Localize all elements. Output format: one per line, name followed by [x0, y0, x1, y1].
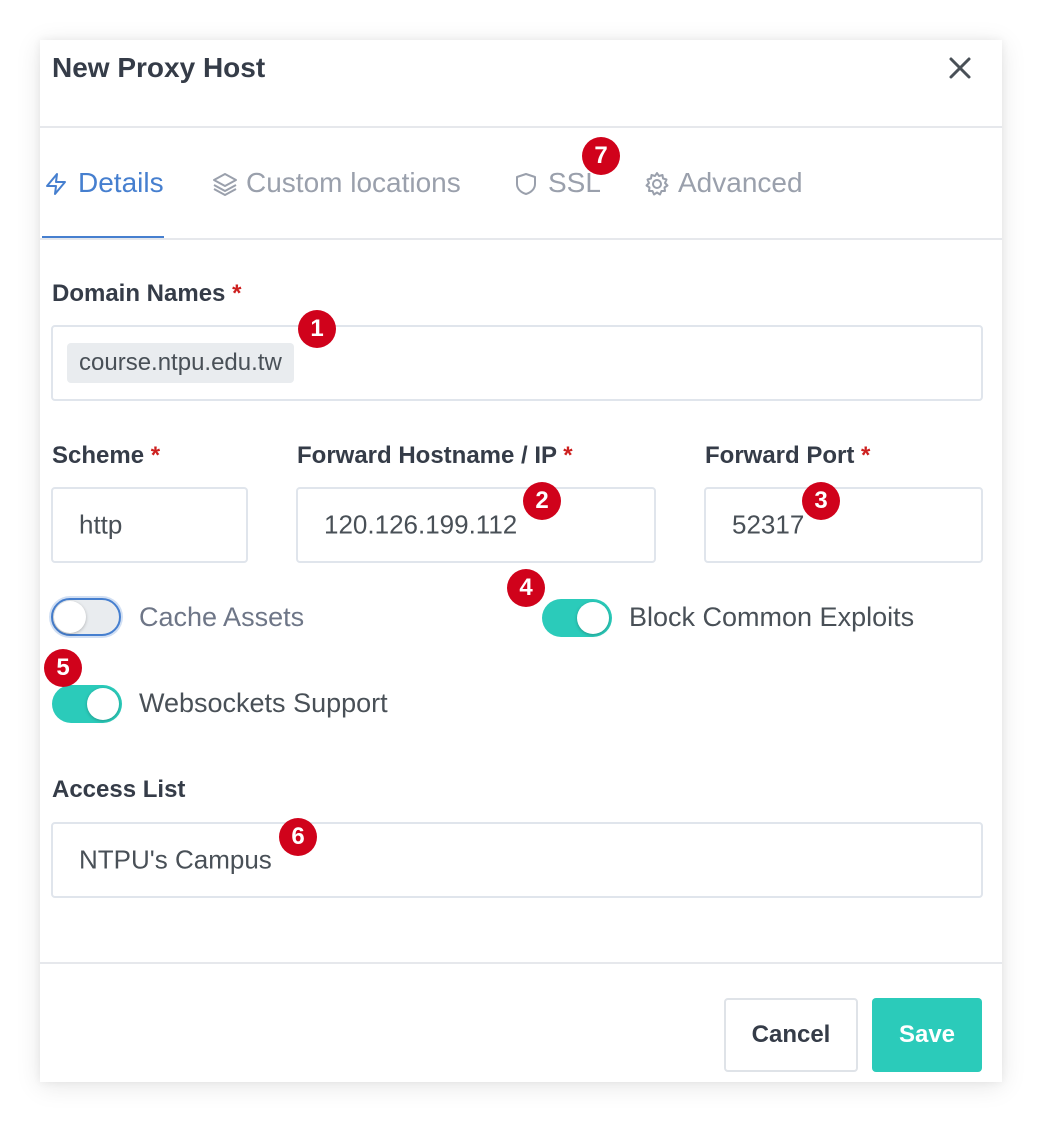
- toggle-knob: [54, 601, 86, 633]
- tab-advanced-label: Advanced: [678, 167, 803, 198]
- annotation-badge-5: 5: [44, 649, 82, 687]
- websockets-support-toggle[interactable]: [52, 685, 122, 723]
- active-tab-indicator: [42, 236, 164, 238]
- required-mark: *: [563, 442, 573, 469]
- forward-hostname-label-text: Forward Hostname / IP: [297, 442, 557, 469]
- tab-bar: Details Custom locations SSL Advanced: [40, 128, 1002, 240]
- shield-icon: [514, 171, 538, 195]
- tab-custom-locations-label: Custom locations: [246, 167, 461, 198]
- tab-custom-locations[interactable]: Custom locations: [212, 128, 461, 238]
- required-mark: *: [232, 280, 242, 307]
- cache-assets-label: Cache Assets: [139, 602, 305, 632]
- annotation-badge-6: 6: [279, 818, 317, 856]
- tab-details[interactable]: Details: [44, 128, 164, 238]
- modal-footer: Cancel Save: [40, 962, 1002, 1084]
- annotation-badge-3: 3: [802, 482, 840, 520]
- forward-port-input[interactable]: 52317: [704, 487, 983, 563]
- tab-advanced[interactable]: Advanced: [644, 128, 803, 238]
- annotation-badge-4: 4: [507, 569, 545, 607]
- forward-port-value: 52317: [732, 509, 805, 540]
- block-common-exploits-toggle[interactable]: [542, 599, 612, 637]
- close-icon[interactable]: [946, 54, 974, 82]
- modal-header: New Proxy Host: [40, 40, 1002, 128]
- block-common-exploits-label: Block Common Exploits: [629, 602, 915, 632]
- scheme-select[interactable]: http: [51, 487, 248, 563]
- scheme-label-text: Scheme: [52, 442, 145, 469]
- layers-icon: [212, 171, 237, 196]
- toggle-knob: [87, 688, 119, 720]
- scheme-value: http: [79, 509, 123, 540]
- lightning-icon: [44, 171, 68, 195]
- annotation-badge-2: 2: [523, 482, 561, 520]
- domain-names-input[interactable]: course.ntpu.edu.tw: [51, 325, 983, 401]
- forward-hostname-input[interactable]: 120.126.199.112: [296, 487, 656, 563]
- save-button[interactable]: Save: [872, 998, 982, 1072]
- websockets-support-label: Websockets Support: [139, 688, 388, 718]
- domain-chip[interactable]: course.ntpu.edu.tw: [67, 343, 294, 383]
- access-list-select[interactable]: NTPU's Campus: [51, 822, 983, 898]
- cache-assets-toggle[interactable]: [51, 598, 121, 636]
- new-proxy-host-modal: New Proxy Host Details Custom locations …: [40, 40, 1002, 1082]
- forward-hostname-value: 120.126.199.112: [324, 509, 518, 540]
- annotation-badge-1: 1: [298, 310, 336, 348]
- forward-hostname-label: Forward Hostname / IP *: [297, 442, 573, 470]
- modal-title: New Proxy Host: [52, 52, 266, 83]
- gear-icon: [644, 171, 669, 196]
- cancel-button[interactable]: Cancel: [724, 998, 858, 1072]
- annotation-badge-7: 7: [582, 137, 620, 175]
- toggle-knob: [577, 602, 609, 634]
- forward-port-label: Forward Port *: [705, 442, 870, 470]
- required-mark: *: [861, 442, 871, 469]
- tab-details-label: Details: [78, 167, 164, 198]
- domain-names-label-text: Domain Names: [52, 280, 226, 307]
- access-list-label: Access List: [52, 776, 185, 804]
- forward-port-label-text: Forward Port: [705, 442, 855, 469]
- scheme-label: Scheme *: [52, 442, 160, 470]
- access-list-value: NTPU's Campus: [79, 844, 272, 875]
- required-mark: *: [150, 442, 161, 469]
- access-list-label-text: Access List: [52, 776, 186, 803]
- domain-names-label: Domain Names *: [52, 280, 241, 308]
